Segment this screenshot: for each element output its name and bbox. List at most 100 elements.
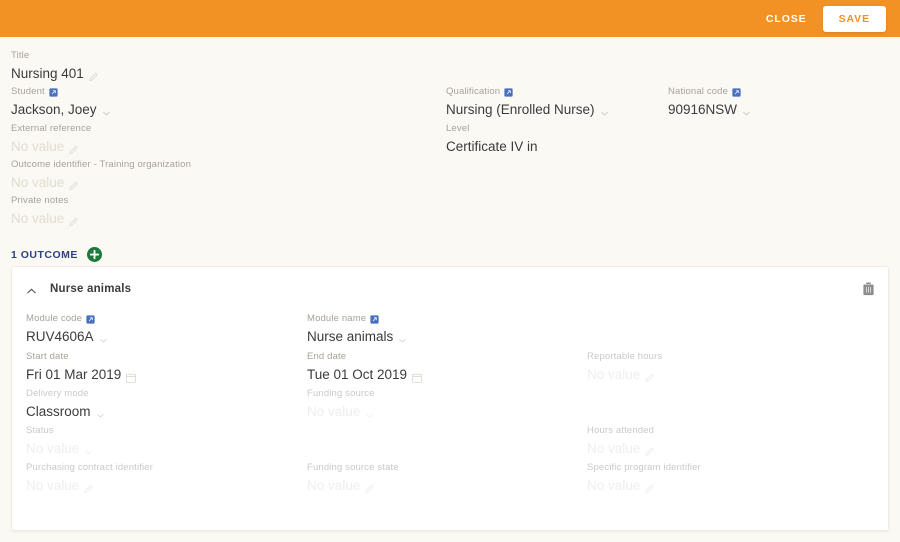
top-action-bar: CLOSE SAVE bbox=[0, 0, 900, 37]
field-external-reference-value-row[interactable]: No value bbox=[11, 138, 91, 155]
card-field-specific-program-identifier-value-row[interactable]: No value bbox=[587, 477, 701, 494]
field-private-notes-value-row[interactable]: No value bbox=[11, 210, 79, 227]
field-level-value-row: Certificate IV in bbox=[446, 138, 538, 155]
pencil-icon[interactable] bbox=[69, 142, 79, 154]
field-qualification-value: Nursing (Enrolled Nurse) bbox=[446, 102, 595, 117]
pencil-icon[interactable] bbox=[69, 178, 79, 190]
field-student[interactable]: Student Jackson, Joey bbox=[11, 86, 111, 118]
pencil-icon[interactable] bbox=[84, 481, 94, 493]
chevron-down-icon[interactable] bbox=[102, 105, 111, 116]
chevron-down-icon[interactable] bbox=[365, 407, 374, 418]
field-student-value: Jackson, Joey bbox=[11, 102, 97, 117]
card-field-start-date-label-text: Start date bbox=[26, 351, 69, 362]
chevron-down-icon[interactable] bbox=[600, 105, 609, 116]
calendar-icon[interactable] bbox=[412, 370, 422, 383]
field-level-label: Level bbox=[446, 123, 538, 135]
card-field-delivery-mode-value-row[interactable]: Classroom bbox=[26, 403, 105, 420]
card-field-funding-source-state-value-row[interactable]: No value bbox=[307, 477, 399, 494]
add-outcome-button[interactable] bbox=[86, 247, 102, 262]
external-link-icon[interactable] bbox=[49, 87, 58, 97]
delete-outcome-icon[interactable] bbox=[862, 282, 875, 296]
save-button[interactable]: SAVE bbox=[822, 5, 886, 32]
external-link-icon[interactable] bbox=[732, 87, 741, 97]
card-field-end-date[interactable]: End date Tue 01 Oct 2019 bbox=[307, 351, 422, 383]
chevron-down-icon[interactable] bbox=[96, 407, 105, 418]
field-outcome-identifier-value: No value bbox=[11, 175, 65, 190]
card-field-reportable-hours-label: Reportable hours bbox=[587, 351, 662, 363]
card-field-funding-source[interactable]: Funding source No value bbox=[307, 388, 375, 420]
chevron-down-icon[interactable] bbox=[398, 332, 407, 343]
card-field-funding-source-value-row[interactable]: No value bbox=[307, 403, 375, 420]
pencil-icon[interactable] bbox=[365, 481, 375, 493]
pencil-icon[interactable] bbox=[645, 481, 655, 493]
external-link-icon[interactable] bbox=[504, 87, 513, 97]
card-field-delivery-mode-value: Classroom bbox=[26, 404, 91, 419]
close-button[interactable]: CLOSE bbox=[756, 7, 817, 31]
card-field-module-name[interactable]: Module name Nurse animals bbox=[307, 313, 407, 345]
calendar-icon[interactable] bbox=[126, 370, 137, 383]
field-outcome-identifier[interactable]: Outcome identifier - Training organizati… bbox=[11, 159, 191, 191]
card-field-hours-attended[interactable]: Hours attended No value bbox=[587, 425, 655, 457]
field-title-value: Nursing 401 bbox=[11, 66, 84, 81]
field-outcome-identifier-value-row[interactable]: No value bbox=[11, 174, 191, 191]
card-field-funding-source-state[interactable]: Funding source state No value bbox=[307, 462, 399, 494]
field-title-value-row[interactable]: Nursing 401 bbox=[11, 65, 99, 82]
field-qualification-value-row[interactable]: Nursing (Enrolled Nurse) bbox=[446, 101, 609, 118]
chevron-down-icon[interactable] bbox=[742, 105, 751, 116]
card-field-end-date-value-row[interactable]: Tue 01 Oct 2019 bbox=[307, 366, 422, 383]
card-field-specific-program-identifier-label: Specific program identifier bbox=[587, 462, 701, 474]
chevron-down-icon[interactable] bbox=[99, 332, 108, 343]
card-field-funding-source-value: No value bbox=[307, 404, 361, 419]
field-level-label-text: Level bbox=[446, 123, 470, 134]
card-field-purchasing-contract-identifier-value-row[interactable]: No value bbox=[26, 477, 153, 494]
card-field-module-code-value: RUV4606A bbox=[26, 329, 94, 344]
field-student-value-row[interactable]: Jackson, Joey bbox=[11, 101, 111, 118]
card-field-module-code-value-row[interactable]: RUV4606A bbox=[26, 328, 108, 345]
field-private-notes[interactable]: Private notes No value bbox=[11, 195, 79, 227]
card-field-funding-source-state-label-text: Funding source state bbox=[307, 462, 399, 473]
card-field-reportable-hours-label-text: Reportable hours bbox=[587, 351, 663, 362]
outcome-card-title: Nurse animals bbox=[50, 283, 132, 295]
outcome-card-header[interactable]: Nurse animals bbox=[26, 283, 131, 295]
field-national-code-value: 90916NSW bbox=[668, 102, 738, 117]
field-student-label: Student bbox=[11, 86, 111, 98]
card-field-reportable-hours-value-row[interactable]: No value bbox=[587, 366, 662, 383]
pencil-icon[interactable] bbox=[645, 444, 655, 456]
card-field-start-date[interactable]: Start date Fri 01 Mar 2019 bbox=[26, 351, 137, 383]
field-outcome-identifier-label-text: Outcome identifier - Training organizati… bbox=[11, 159, 192, 170]
pencil-icon[interactable] bbox=[69, 214, 79, 226]
chevron-down-icon[interactable] bbox=[84, 444, 93, 455]
field-student-label-text: Student bbox=[11, 86, 45, 97]
field-title-label-text: Title bbox=[11, 50, 30, 61]
card-field-module-name-value-row[interactable]: Nurse animals bbox=[307, 328, 407, 345]
field-title[interactable]: Title Nursing 401 bbox=[11, 50, 99, 82]
card-field-reportable-hours[interactable]: Reportable hours No value bbox=[587, 351, 662, 383]
chevron-up-icon[interactable] bbox=[26, 284, 37, 295]
field-qualification[interactable]: Qualification Nursing (Enrolled Nurse) bbox=[446, 86, 609, 118]
pencil-icon[interactable] bbox=[645, 370, 655, 382]
card-field-module-name-label: Module name bbox=[307, 313, 407, 325]
card-field-status[interactable]: Status No value bbox=[26, 425, 93, 457]
field-external-reference[interactable]: External reference No value bbox=[11, 123, 91, 155]
card-field-status-value-row[interactable]: No value bbox=[26, 440, 93, 457]
card-field-specific-program-identifier[interactable]: Specific program identifier No value bbox=[587, 462, 701, 494]
card-field-end-date-label: End date bbox=[307, 351, 422, 363]
card-field-delivery-mode[interactable]: Delivery mode Classroom bbox=[26, 388, 105, 420]
card-field-module-code-label-text: Module code bbox=[26, 313, 83, 324]
field-national-code-value-row[interactable]: 90916NSW bbox=[668, 101, 751, 118]
field-national-code[interactable]: National code 90916NSW bbox=[668, 86, 751, 118]
card-field-module-name-value: Nurse animals bbox=[307, 329, 394, 344]
card-field-module-code[interactable]: Module code RUV4606A bbox=[26, 313, 108, 345]
card-field-funding-source-state-label: Funding source state bbox=[307, 462, 399, 474]
card-field-module-code-label: Module code bbox=[26, 313, 108, 325]
card-field-start-date-value-row[interactable]: Fri 01 Mar 2019 bbox=[26, 366, 137, 383]
external-link-icon[interactable] bbox=[370, 314, 379, 324]
card-field-status-label: Status bbox=[26, 425, 93, 437]
card-field-purchasing-contract-identifier[interactable]: Purchasing contract identifier No value bbox=[26, 462, 153, 494]
pencil-icon[interactable] bbox=[89, 69, 99, 81]
card-field-hours-attended-value-row[interactable]: No value bbox=[587, 440, 655, 457]
card-field-start-date-label: Start date bbox=[26, 351, 136, 363]
card-field-purchasing-contract-identifier-label: Purchasing contract identifier bbox=[26, 462, 153, 474]
external-link-icon[interactable] bbox=[86, 314, 95, 324]
card-field-end-date-label-text: End date bbox=[307, 351, 347, 362]
